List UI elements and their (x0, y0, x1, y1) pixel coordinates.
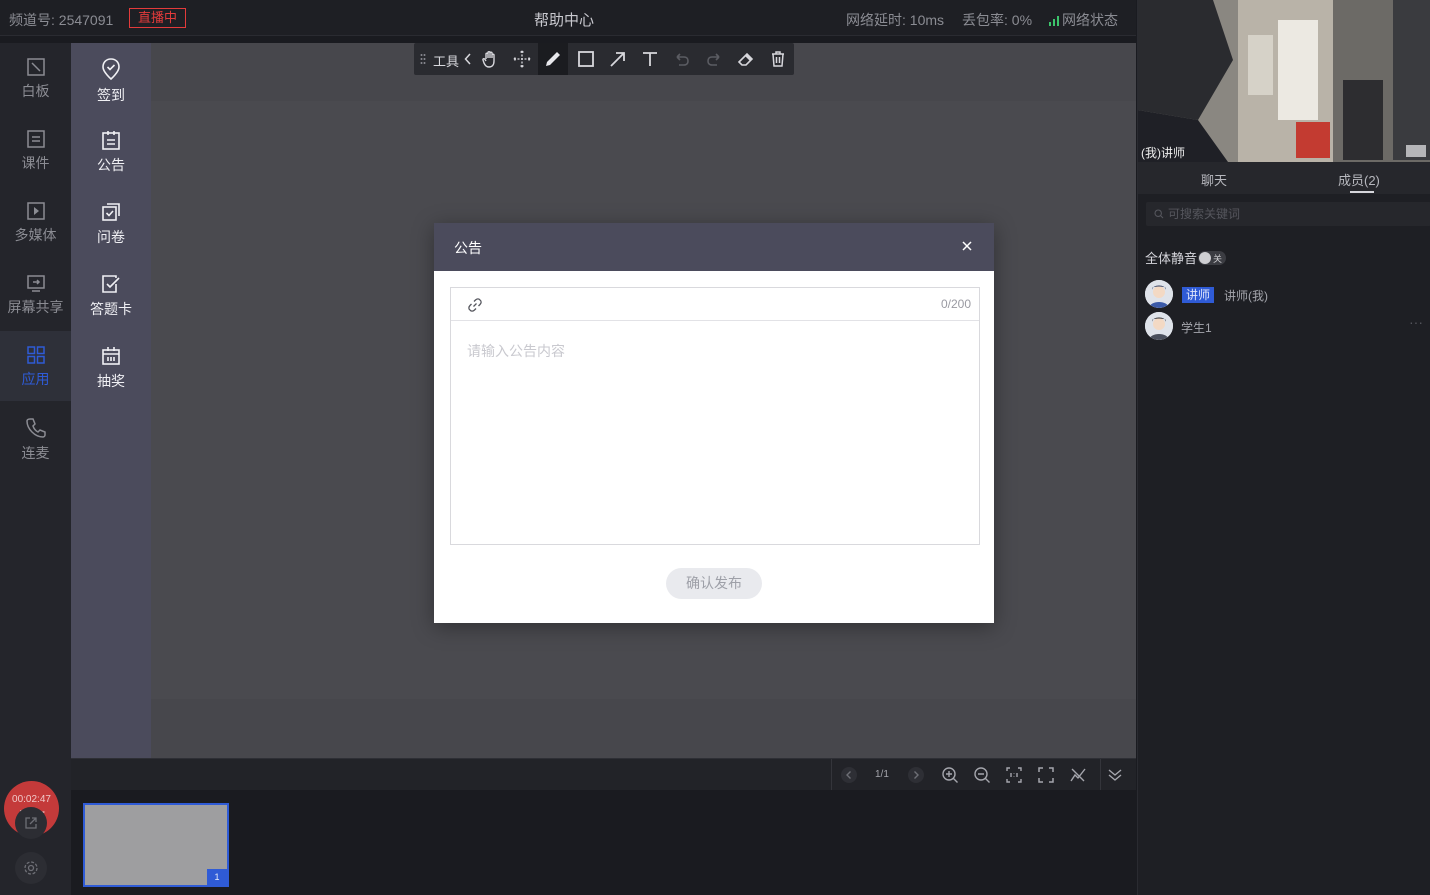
confirm-publish-button[interactable]: 确认发布 (666, 568, 762, 599)
toggle-knob (1199, 252, 1212, 264)
avatar (1145, 312, 1173, 340)
camera-feed-image (1138, 0, 1430, 162)
member-row[interactable]: 学生1 ··· (1145, 312, 1425, 342)
link-icon[interactable] (467, 297, 483, 313)
char-count: 0/200 (940, 297, 971, 311)
member-name: 讲师(我) (1224, 289, 1268, 303)
video-role-label: (我)讲师 (1141, 146, 1185, 160)
member-name: 学生1 (1181, 321, 1212, 335)
tab-chat[interactable]: 聊天 (1201, 170, 1227, 189)
mute-all-row: 全体静音 关 (1145, 248, 1227, 267)
avatar (1145, 280, 1173, 308)
announcement-textarea[interactable]: 请输入公告内容 (467, 341, 565, 361)
member-row[interactable]: 讲师 讲师(我) (1145, 280, 1425, 310)
close-icon[interactable] (959, 238, 975, 254)
search-icon (1154, 209, 1164, 219)
teacher-video[interactable]: (我)讲师 (1138, 0, 1430, 162)
dialog-header: 公告 (434, 223, 994, 271)
toggle-text: 关 (1213, 254, 1223, 264)
right-tabs: 聊天 成员(2) (1138, 162, 1430, 194)
member-search-input[interactable]: 可搜索关键词 (1146, 202, 1430, 226)
announcement-editor: 0/200 请输入公告内容 (450, 287, 980, 545)
mute-all-toggle[interactable]: 关 (1198, 251, 1227, 265)
link-row: 0/200 (451, 288, 979, 321)
dialog-title: 公告 (454, 240, 482, 256)
announcement-dialog: 公告 0/200 请输入公告内容 确认发布 (434, 223, 994, 623)
tab-members[interactable]: 成员(2) (1338, 170, 1380, 189)
more-options-icon[interactable]: ··· (1409, 314, 1423, 330)
search-placeholder: 可搜索关键词 (1168, 207, 1241, 221)
active-tab-indicator (1350, 191, 1374, 193)
mute-all-label: 全体静音 (1145, 251, 1198, 266)
role-badge: 讲师 (1182, 287, 1215, 303)
right-panel: (我)讲师 聊天 成员(2) 可搜索关键词 全体静音 关 讲师 讲师(我) 学生1… (1137, 0, 1430, 895)
